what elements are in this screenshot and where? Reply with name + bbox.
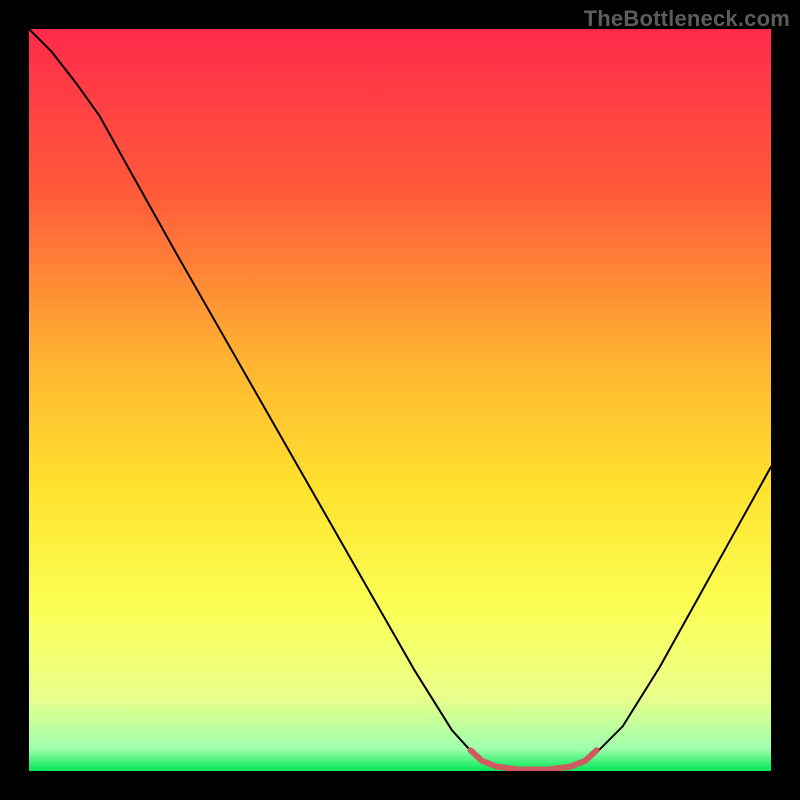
gradient-background bbox=[29, 29, 771, 771]
chart-container: TheBottleneck.com bbox=[0, 0, 800, 800]
plot-area bbox=[29, 29, 771, 771]
plot-svg bbox=[29, 29, 771, 771]
